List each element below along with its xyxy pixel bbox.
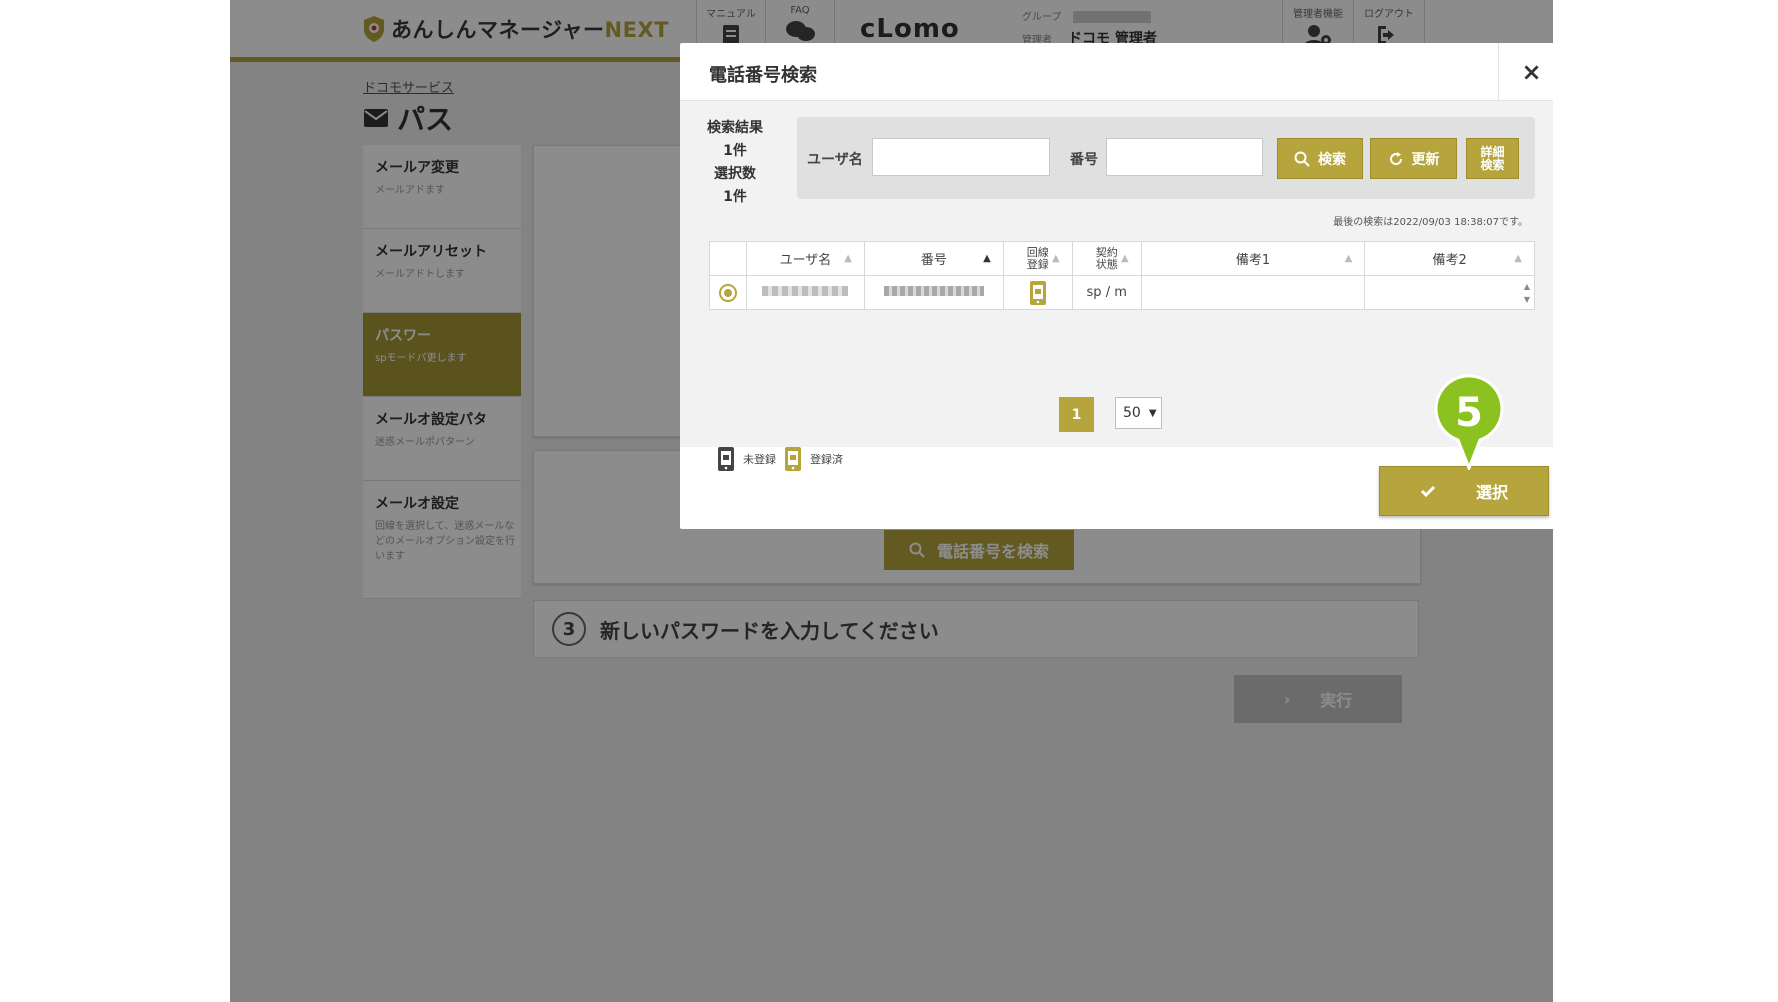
col-select	[709, 241, 747, 276]
unregistered-phone-icon	[718, 447, 734, 471]
step-marker-number: 5	[1455, 390, 1483, 436]
col-line-registration[interactable]: 回線登録 ▲	[1002, 241, 1073, 276]
close-button[interactable]: ×	[1498, 43, 1553, 100]
table-row[interactable]: sp / m ▲ ▼	[709, 275, 1535, 310]
per-page-select[interactable]: 50 ▼	[1115, 397, 1162, 429]
sort-icon: ▲	[1120, 253, 1129, 264]
sort-icon: ▲	[1514, 253, 1522, 264]
col-contract-status[interactable]: 契約状態 ▲	[1071, 241, 1142, 276]
app-frame: あんしんマネージャーNEXT マニュアル FAQ cLomo グループ 管理者ド…	[230, 0, 1553, 1002]
row-radio-cell[interactable]	[709, 275, 747, 310]
number-input[interactable]	[1106, 138, 1263, 176]
blurred-number	[883, 286, 984, 296]
sort-icon: ▲	[1052, 253, 1060, 264]
legend-registered-label: 登録済	[810, 453, 843, 466]
username-input[interactable]	[872, 138, 1050, 176]
sort-active-icon: ▲	[983, 253, 991, 264]
modal-title: 電話番号検索	[709, 65, 817, 86]
col-number[interactable]: 番号 ▲	[863, 241, 1004, 276]
legend-unregistered-label: 未登録	[743, 453, 776, 466]
phone-search-modal: 電話番号検索 × 検索結果 1件 選択数 1件 ユーザ名 番号 検索 更新 詳細…	[680, 43, 1553, 529]
page-1-button[interactable]: 1	[1059, 397, 1094, 432]
col-note2[interactable]: 備考2 ▲	[1364, 241, 1535, 276]
row-note2: ▲ ▼	[1364, 275, 1535, 310]
row-contract-status: sp / m	[1071, 275, 1142, 310]
dropdown-arrow-icon: ▼	[1148, 407, 1157, 419]
modal-body: 検索結果 1件 選択数 1件 ユーザ名 番号 検索 更新 詳細 検索 最後の検索…	[680, 101, 1553, 447]
username-label: ユーザ名	[807, 152, 863, 168]
row-note1	[1140, 275, 1366, 310]
col-note1[interactable]: 備考1 ▲	[1140, 241, 1366, 276]
refresh-button[interactable]: 更新	[1370, 138, 1457, 179]
last-search-time: 最後の検索は2022/09/03 18:38:07です。	[1333, 217, 1528, 228]
row-number	[863, 275, 1004, 310]
modal-header: 電話番号検索 ×	[680, 43, 1553, 101]
legend: 未登録 登録済	[717, 446, 843, 472]
search-icon	[1294, 151, 1310, 167]
col-username[interactable]: ユーザ名 ▲	[745, 241, 865, 276]
step-marker-5: 5	[1434, 374, 1504, 470]
registered-phone-icon	[785, 447, 801, 471]
refresh-icon	[1389, 151, 1402, 165]
close-icon: ×	[1521, 57, 1542, 86]
sort-icon: ▲	[844, 253, 852, 264]
number-label: 番号	[1070, 152, 1098, 168]
search-bar: ユーザ名 番号 検索 更新 詳細 検索	[797, 117, 1535, 199]
result-summary: 検索結果 1件 選択数 1件	[707, 120, 763, 205]
blurred-username	[762, 286, 849, 296]
search-button[interactable]: 検索	[1277, 138, 1363, 179]
row-radio[interactable]	[718, 283, 737, 302]
table-header-row: ユーザ名 ▲ 番号 ▲ 回線登録 ▲ 契約状態 ▲ 備考1 ▲ 備考2 ▲	[709, 241, 1535, 276]
sort-icon: ▲	[1344, 253, 1353, 264]
row-username	[745, 275, 865, 310]
check-icon	[1420, 485, 1436, 498]
select-button[interactable]: 選択	[1379, 466, 1549, 516]
registered-phone-icon	[1029, 280, 1046, 305]
scrollbar-arrows[interactable]: ▲ ▼	[1524, 280, 1530, 306]
result-table: ユーザ名 ▲ 番号 ▲ 回線登録 ▲ 契約状態 ▲ 備考1 ▲ 備考2 ▲ sp / m	[709, 241, 1535, 310]
row-line-registration	[1002, 275, 1073, 310]
detail-search-button[interactable]: 詳細 検索	[1466, 138, 1519, 179]
